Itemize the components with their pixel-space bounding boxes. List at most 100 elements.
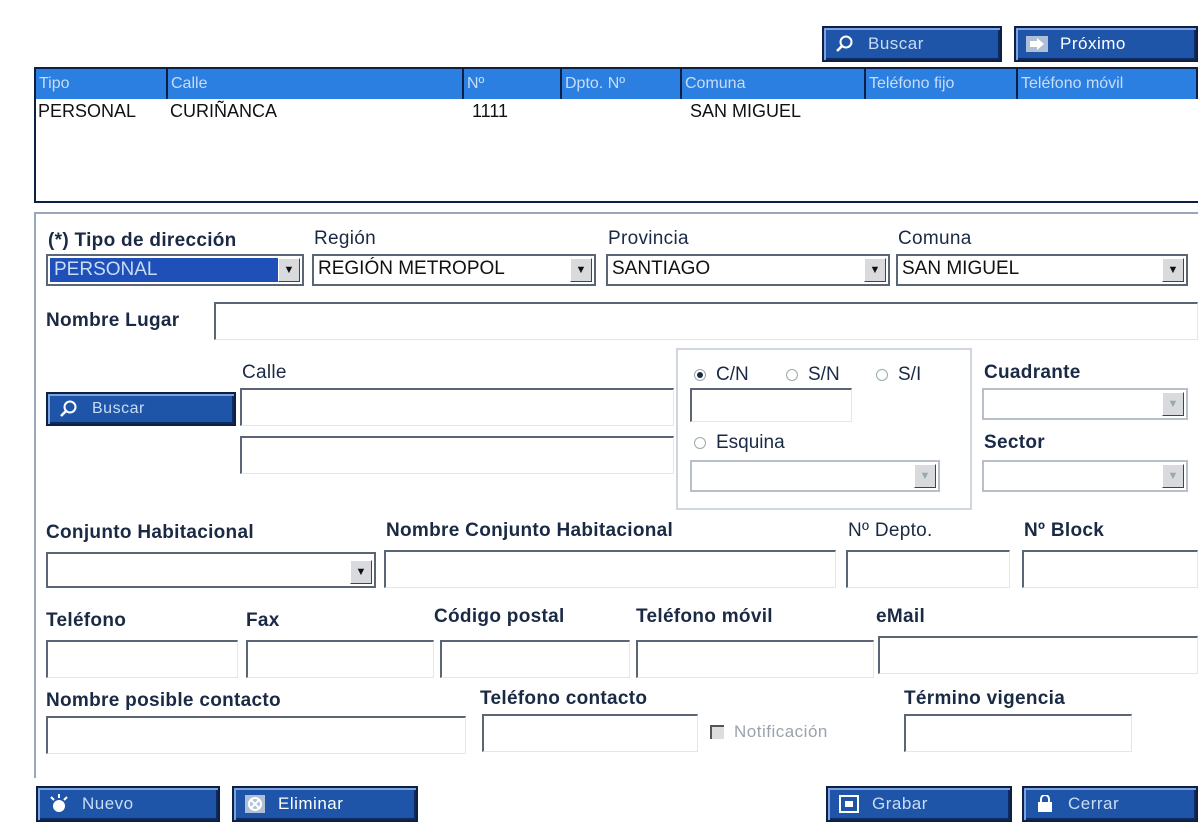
cuadrante-select[interactable]: ▼ [982,388,1188,420]
region-label: Región [314,228,377,249]
next-button-label: Próximo [1060,34,1126,53]
search-icon [834,35,856,53]
notificacion-label: Notificación [734,722,828,741]
close-button[interactable]: Cerrar [1022,786,1198,822]
comuna-label: Comuna [898,228,972,249]
calle-input-1[interactable] [240,388,674,426]
telefono-movil-label: Teléfono móvil [636,606,773,627]
new-button[interactable]: Nuevo [36,786,220,822]
esquina-select[interactable]: ▼ [690,460,940,492]
radio-sn-label: S/N [808,364,840,385]
nombre-contacto-input[interactable] [46,716,466,754]
col-comuna[interactable]: Comuna [682,69,866,99]
delete-icon [244,795,266,813]
radio-dot-icon [876,369,888,381]
save-button-label: Grabar [872,794,928,813]
telefono-input[interactable] [46,640,238,678]
calle-input-2[interactable] [240,436,674,474]
region-value: REGIÓN METROPOL [318,258,505,279]
chevron-down-icon[interactable]: ▼ [1162,258,1184,282]
numero-input[interactable] [690,388,852,422]
delete-button-label: Eliminar [278,794,344,813]
radio-cn[interactable]: C/N [694,364,749,386]
termino-vigencia-input[interactable] [904,714,1132,752]
radio-si-label: S/I [898,364,922,385]
col-dpto[interactable]: Dpto. Nº [562,69,682,99]
nombre-conjunto-input[interactable] [384,550,836,588]
address-grid-header: Tipo Calle Nº Dpto. Nº Comuna Teléfono f… [34,67,1198,99]
chevron-down-icon[interactable]: ▼ [914,464,936,488]
conjunto-select[interactable]: ▼ [46,552,376,588]
radio-dot-icon [694,437,706,449]
search-icon [58,400,80,418]
tipo-direccion-select[interactable]: PERSONAL ▼ [46,254,304,286]
telefono-contacto-input[interactable] [482,714,698,752]
no-block-input[interactable] [1022,550,1198,588]
region-select[interactable]: REGIÓN METROPOL ▼ [312,254,596,286]
new-button-label: Nuevo [82,794,134,813]
provincia-value: SANTIAGO [612,258,711,279]
email-input[interactable] [878,636,1198,674]
table-row[interactable]: PERSONAL CURIÑANCA 1111 SAN MIGUEL [36,101,1196,125]
arrow-right-icon [1026,35,1048,53]
fax-label: Fax [246,610,280,631]
close-button-label: Cerrar [1068,794,1120,813]
codigo-postal-input[interactable] [440,640,630,678]
chevron-down-icon[interactable]: ▼ [350,560,372,584]
chevron-down-icon[interactable]: ▼ [570,258,592,282]
calle-label: Calle [242,362,287,383]
fax-input[interactable] [246,640,434,678]
save-icon [838,795,860,813]
comuna-select[interactable]: SAN MIGUEL ▼ [896,254,1188,286]
nombre-lugar-label: Nombre Lugar [46,310,180,331]
tipo-direccion-label: (*) Tipo de dirección [48,230,237,251]
radio-si[interactable]: S/I [876,364,921,386]
nombre-lugar-input[interactable] [214,302,1198,340]
sector-label: Sector [984,432,1045,453]
radio-dot-icon [694,369,706,381]
cell-calle: CURIÑANCA [170,101,278,121]
street-search-label: Buscar [92,400,145,417]
codigo-postal-label: Código postal [434,606,565,627]
comuna-value: SAN MIGUEL [902,258,1020,279]
chevron-down-icon[interactable]: ▼ [864,258,886,282]
sector-select[interactable]: ▼ [982,460,1188,492]
radio-esquina[interactable]: Esquina [694,432,785,454]
provincia-select[interactable]: SANTIAGO ▼ [606,254,890,286]
no-depto-input[interactable] [846,550,1010,588]
save-button[interactable]: Grabar [826,786,1012,822]
col-tel-movil[interactable]: Teléfono móvil [1018,69,1198,99]
radio-cn-label: C/N [716,364,749,385]
search-button-top[interactable]: Buscar [822,26,1002,62]
col-numero[interactable]: Nº [464,69,562,99]
delete-button[interactable]: Eliminar [232,786,418,822]
radio-esquina-label: Esquina [716,432,785,453]
street-search-button[interactable]: Buscar [46,392,236,426]
cell-numero: 1111 [472,101,509,121]
col-tel-fijo[interactable]: Teléfono fijo [866,69,1018,99]
radio-dot-icon [786,369,798,381]
checkbox-icon [710,725,724,739]
termino-vigencia-label: Término vigencia [904,688,1066,709]
chevron-down-icon[interactable]: ▼ [278,258,300,282]
cell-tipo: PERSONAL [38,101,137,121]
email-label: eMail [876,606,926,627]
col-tipo[interactable]: Tipo [36,69,168,99]
chevron-down-icon[interactable]: ▼ [1162,392,1184,416]
no-block-label: Nº Block [1024,520,1105,541]
address-grid: PERSONAL CURIÑANCA 1111 SAN MIGUEL [34,99,1198,203]
cell-comuna: SAN MIGUEL [690,101,802,121]
tipo-direccion-value: PERSONAL [50,258,278,282]
chevron-down-icon[interactable]: ▼ [1162,464,1184,488]
nombre-conjunto-label: Nombre Conjunto Habitacional [386,520,674,541]
radio-sn[interactable]: S/N [786,364,840,386]
next-button[interactable]: Próximo [1014,26,1198,62]
col-calle[interactable]: Calle [168,69,464,99]
search-button-top-label: Buscar [868,34,924,53]
telefono-label: Teléfono [46,610,127,631]
telefono-contacto-label: Teléfono contacto [480,688,648,709]
notificacion-checkbox[interactable]: Notificación [710,722,828,742]
new-item-icon [48,794,70,813]
cuadrante-label: Cuadrante [984,362,1081,383]
telefono-movil-input[interactable] [636,640,874,678]
